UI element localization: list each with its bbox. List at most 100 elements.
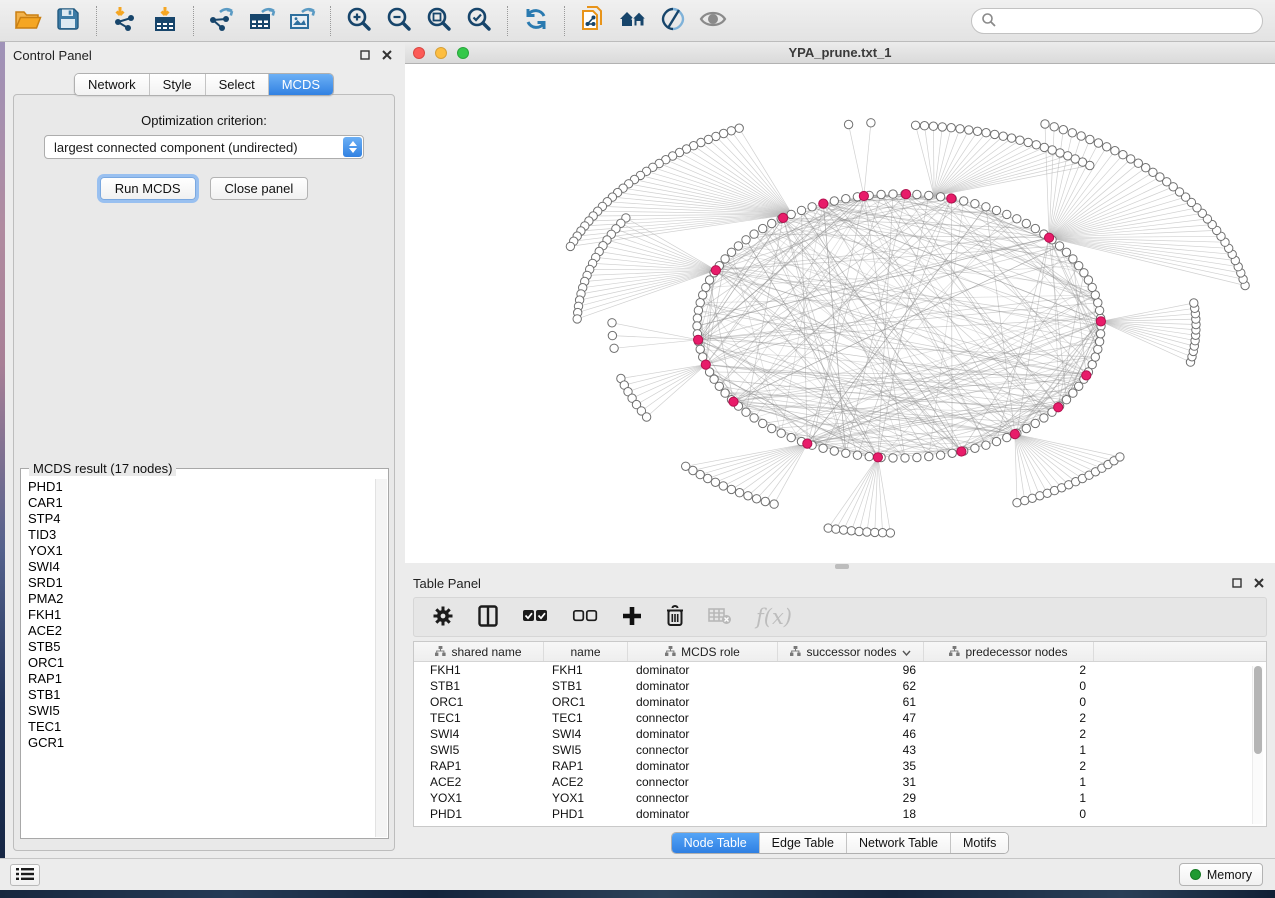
export-network-icon — [208, 6, 236, 35]
horizontal-splitter[interactable] — [405, 563, 1275, 570]
column-header-name[interactable]: name — [544, 642, 628, 661]
table-scrollbar[interactable] — [1252, 666, 1263, 824]
list-item[interactable]: TID3 — [28, 527, 375, 543]
table-scrollbar-thumb[interactable] — [1254, 666, 1262, 754]
open-file-button[interactable] — [11, 4, 45, 38]
save-session-button[interactable] — [51, 4, 85, 38]
tab-network[interactable]: Network — [75, 74, 150, 95]
list-item[interactable]: ORC1 — [28, 655, 375, 671]
list-item[interactable]: STB5 — [28, 639, 375, 655]
network-overview-button[interactable] — [616, 4, 650, 38]
tab-motifs[interactable]: Motifs — [951, 833, 1008, 853]
show-hide-annotations-button[interactable] — [696, 4, 730, 38]
zoom-selected-button[interactable] — [462, 4, 496, 38]
shared-column-icon — [790, 645, 801, 659]
tab-mcds[interactable]: MCDS — [269, 74, 333, 95]
memory-button[interactable]: Memory — [1179, 863, 1263, 886]
import-network-button[interactable] — [108, 4, 142, 38]
delete-column-button[interactable] — [666, 605, 684, 630]
search-icon — [981, 12, 997, 31]
refresh-layout-button[interactable] — [519, 4, 553, 38]
list-item[interactable]: ACE2 — [28, 623, 375, 639]
table-row[interactable]: RAP1RAP1dominator352 — [414, 758, 1266, 774]
list-item[interactable]: SWI5 — [28, 703, 375, 719]
table-settings-button[interactable] — [432, 605, 454, 630]
tab-select[interactable]: Select — [206, 74, 269, 95]
list-item[interactable]: STP4 — [28, 511, 375, 527]
tab-network-table[interactable]: Network Table — [847, 833, 951, 853]
tab-style[interactable]: Style — [150, 74, 206, 95]
network-canvas[interactable] — [405, 64, 1275, 563]
table-row[interactable]: FKH1FKH1dominator962 — [414, 662, 1266, 678]
list-item[interactable]: YOX1 — [28, 543, 375, 559]
table-row[interactable]: TEC1TEC1connector472 — [414, 710, 1266, 726]
select-all-button[interactable] — [522, 609, 548, 626]
deselect-all-button[interactable] — [572, 609, 598, 626]
zoom-out-button[interactable] — [382, 4, 416, 38]
close-panel-icon[interactable] — [1251, 575, 1267, 591]
toolbar-separator — [193, 6, 194, 36]
result-list-scrollbar[interactable] — [375, 479, 387, 837]
network-canvas-svg — [405, 64, 1275, 563]
mcds-result-list[interactable]: PHD1 CAR1 STP4 TID3 YOX1 SWI4 SRD1 PMA2 … — [22, 479, 375, 837]
network-view-window: YPA_prune.txt_1 — [405, 42, 1275, 563]
tab-edge-table[interactable]: Edge Table — [760, 833, 847, 853]
list-item[interactable]: GCR1 — [28, 735, 375, 751]
column-header-successor-nodes[interactable]: successor nodes — [778, 642, 924, 661]
list-item[interactable]: PMA2 — [28, 591, 375, 607]
list-item[interactable]: FKH1 — [28, 607, 375, 623]
table-row[interactable]: YOX1YOX1connector291 — [414, 790, 1266, 806]
float-panel-icon[interactable] — [357, 47, 373, 63]
export-table-button[interactable] — [245, 4, 279, 38]
network-window-titlebar[interactable]: YPA_prune.txt_1 — [405, 42, 1275, 64]
export-network-button[interactable] — [205, 4, 239, 38]
list-item[interactable]: PHD1 — [28, 479, 375, 495]
column-header-shared-name[interactable]: shared name — [414, 642, 544, 661]
export-image-button[interactable] — [285, 4, 319, 38]
splitter-handle[interactable] — [835, 564, 849, 569]
run-mcds-button[interactable]: Run MCDS — [100, 177, 196, 200]
zoom-selected-icon — [466, 6, 492, 35]
column-header-mcds-role[interactable]: MCDS role — [628, 642, 778, 661]
list-item[interactable]: TEC1 — [28, 719, 375, 735]
table-row[interactable]: ACE2ACE2connector311 — [414, 774, 1266, 790]
toggle-graphics-details-button[interactable] — [656, 4, 690, 38]
column-label: MCDS role — [681, 645, 740, 659]
zoom-in-button[interactable] — [342, 4, 376, 38]
list-item[interactable]: SRD1 — [28, 575, 375, 591]
optimization-criterion-select[interactable]: largest connected component (undirected) — [44, 135, 364, 159]
sort-descending-icon — [902, 645, 911, 659]
export-table-icon — [248, 6, 276, 35]
table-row[interactable]: ORC1ORC1dominator610 — [414, 694, 1266, 710]
close-panel-button[interactable]: Close panel — [210, 177, 309, 200]
search-input[interactable] — [997, 11, 1262, 31]
list-item[interactable]: RAP1 — [28, 671, 375, 687]
close-window-icon[interactable] — [413, 47, 425, 59]
maximize-window-icon[interactable] — [457, 47, 469, 59]
create-column-button[interactable] — [622, 606, 642, 629]
task-history-button[interactable] — [10, 864, 40, 886]
main-toolbar — [0, 0, 1275, 42]
table-row[interactable]: SWI5SWI5connector431 — [414, 742, 1266, 758]
minimize-window-icon[interactable] — [435, 47, 447, 59]
list-item[interactable]: STB1 — [28, 687, 375, 703]
column-header-predecessor-nodes[interactable]: predecessor nodes — [924, 642, 1094, 661]
tab-node-table[interactable]: Node Table — [672, 833, 760, 853]
open-folder-icon — [14, 7, 42, 34]
table-row[interactable]: SWI4SWI4dominator462 — [414, 726, 1266, 742]
list-item[interactable]: SWI4 — [28, 559, 375, 575]
table-row[interactable]: PHD1PHD1dominator180 — [414, 806, 1266, 822]
import-table-icon — [152, 6, 178, 35]
columns-icon — [478, 605, 498, 630]
import-table-button[interactable] — [148, 4, 182, 38]
show-columns-button[interactable] — [478, 605, 498, 630]
export-image-icon — [288, 6, 316, 35]
toolbar-separator — [507, 6, 508, 36]
list-item[interactable]: CAR1 — [28, 495, 375, 511]
close-panel-icon[interactable] — [379, 47, 395, 63]
zoom-fit-button[interactable] — [422, 4, 456, 38]
float-panel-icon[interactable] — [1229, 575, 1245, 591]
table-row[interactable]: STB1STB1dominator620 — [414, 678, 1266, 694]
share-document-button[interactable] — [576, 4, 610, 38]
global-search-field[interactable] — [971, 8, 1263, 34]
